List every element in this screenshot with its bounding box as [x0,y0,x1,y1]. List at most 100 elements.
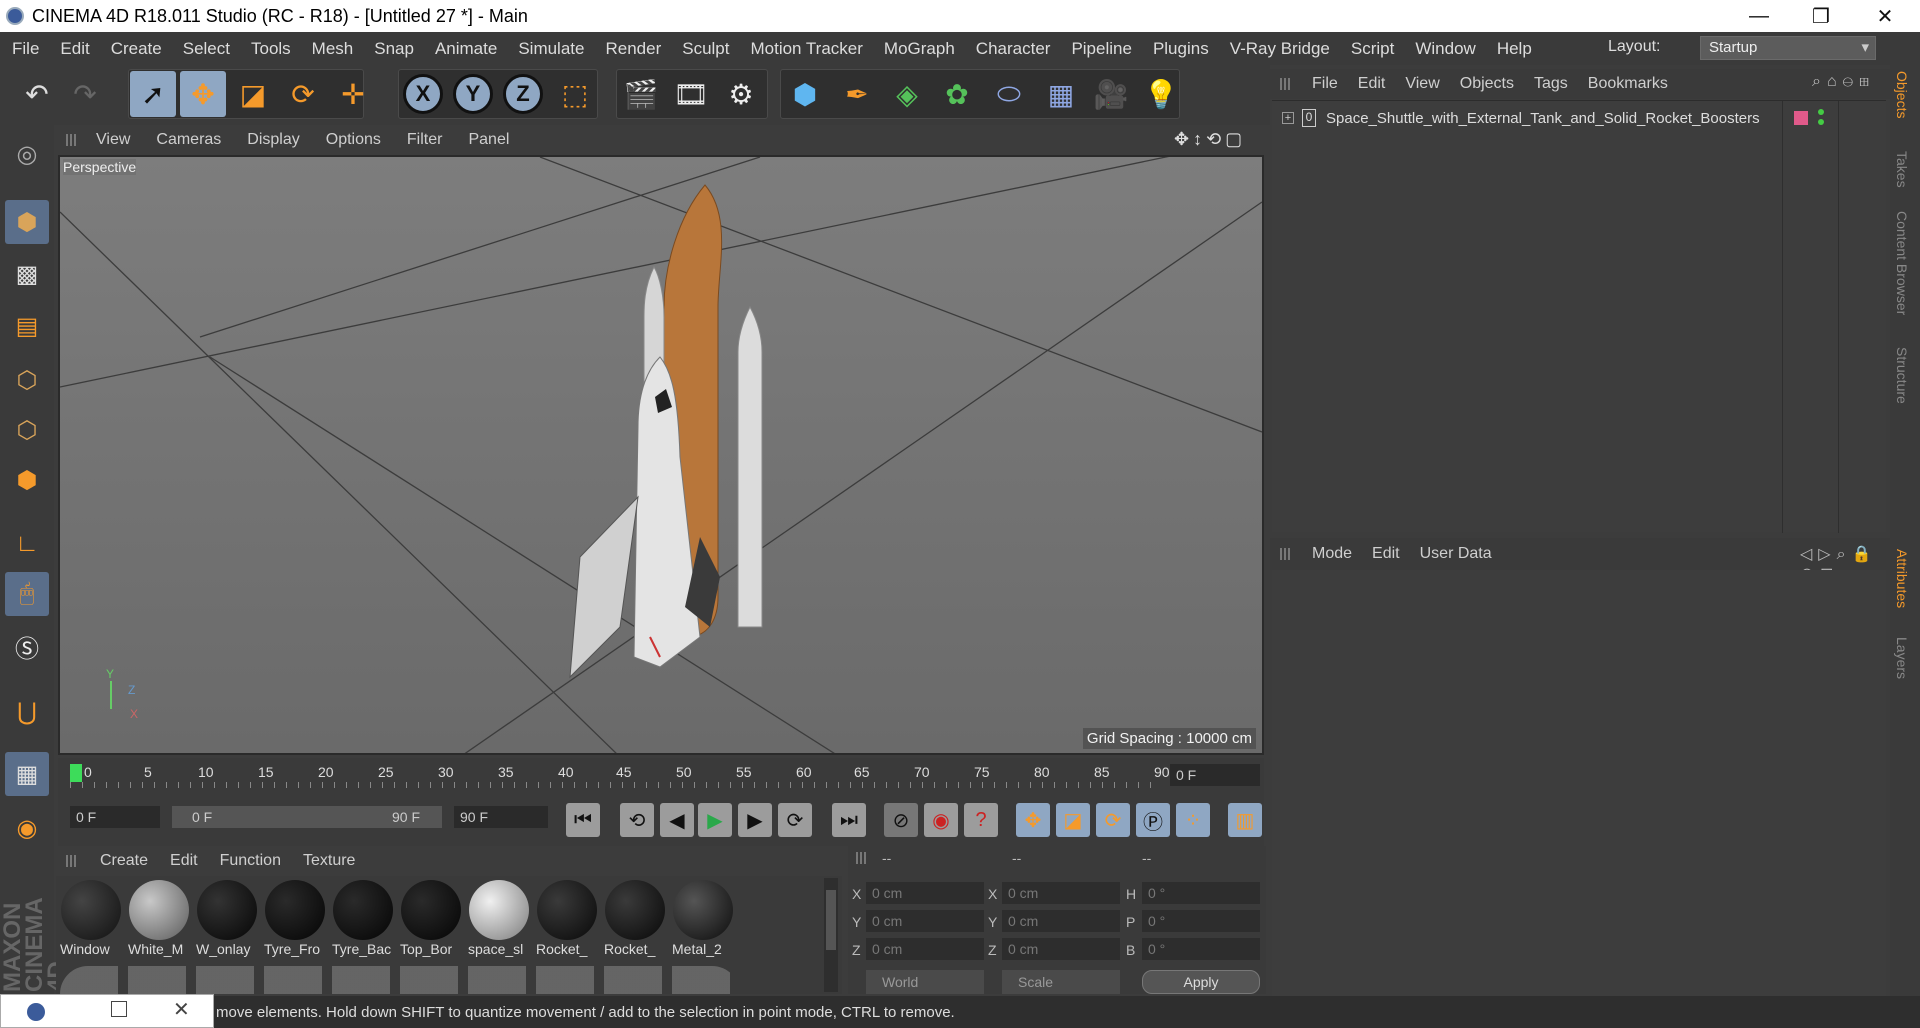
y-axis-lock-button[interactable]: Y [450,71,496,117]
material-menu-texture[interactable]: Texture [303,852,355,870]
position-z-field[interactable]: 0 cm [866,938,984,960]
scheme-settings-icon[interactable]: ▥ [1228,803,1262,837]
start-frame-field[interactable]: 0 F [70,806,160,828]
end-frame-field[interactable]: 90 F [454,806,548,828]
solo-icon[interactable]: Ⓢ [5,624,49,668]
material-menu-function[interactable]: Function [220,852,281,870]
menu-help[interactable]: Help [1485,32,1541,65]
tweak-mode-icon[interactable]: 🖱 [5,572,49,616]
workplane-icon[interactable]: ▤ [5,304,49,348]
deformer-icon[interactable]: ⬭ [986,71,1032,117]
menu-tools[interactable]: Tools [239,32,300,65]
objects-menu-objects[interactable]: Objects [1460,75,1514,93]
autokey-icon[interactable]: ◉ [924,803,958,837]
menu-select[interactable]: Select [171,32,239,65]
material-swatch[interactable]: space_sl [468,878,530,960]
render-visibility-dot[interactable] [1818,119,1824,125]
menu-edit[interactable]: Edit [48,32,98,65]
viewport-nav-icons[interactable]: ✥↕⟲▢ [1174,129,1246,150]
current-frame-field[interactable]: 0 F [1170,764,1260,786]
next-key-icon[interactable]: ⟳ [778,803,812,837]
objects-menu-bookmarks[interactable]: Bookmarks [1588,75,1668,93]
editor-visibility-dot[interactable] [1818,109,1824,115]
viewport-menu-panel[interactable]: Panel [468,131,509,149]
key-point-level-icon[interactable]: ⁘ [1176,803,1210,837]
menu-snap[interactable]: Snap [362,32,423,65]
apply-button[interactable]: Apply [1142,970,1260,994]
edges-mode-icon[interactable]: ⬡ [5,408,49,452]
scale-tool-icon[interactable]: ◪ [230,71,276,117]
close-small-icon[interactable]: ✕ [173,997,190,1022]
size-z-field[interactable]: 0 cm [1002,938,1120,960]
object-row[interactable]: + 0 Space_Shuttle_with_External_Tank_and… [1276,107,1880,131]
minimized-window-strip[interactable]: ✕ [0,994,214,1028]
move-tool-icon[interactable]: ✥ [180,71,226,117]
playhead-marker[interactable] [70,764,82,782]
menu-vray-bridge[interactable]: V-Ray Bridge [1218,32,1339,65]
scrollbar-thumb[interactable] [826,890,836,950]
menu-animate[interactable]: Animate [423,32,506,65]
menu-mesh[interactable]: Mesh [300,32,363,65]
menu-window[interactable]: Window [1403,32,1484,65]
tab-content-browser[interactable]: Content Browser [1894,211,1910,315]
attributes-menu-mode[interactable]: Mode [1312,545,1352,563]
material-swatch[interactable]: Window [60,878,122,960]
material-swatch[interactable]: Tyre_Fro [264,878,326,960]
tab-structure[interactable]: Structure [1894,347,1910,404]
material-scrollbar[interactable] [824,878,838,992]
menu-character[interactable]: Character [964,32,1060,65]
material-swatch[interactable]: W_onlay [196,878,258,960]
redo-icon[interactable]: ↷ [62,71,108,117]
floor-icon[interactable]: ▦ [1038,71,1084,117]
material-swatch[interactable]: Tyre_Bac [332,878,394,960]
key-parameter-icon[interactable]: Ⓟ [1136,803,1170,837]
material-swatch[interactable]: White_M [128,878,190,960]
position-x-field[interactable]: 0 cm [866,882,984,904]
viewport-menu-options[interactable]: Options [326,131,381,149]
light-icon[interactable]: 💡 [1138,71,1184,117]
cinema4d-taskbar-icon[interactable] [27,1003,45,1021]
points-mode-icon[interactable]: ⬡ [5,358,49,402]
x-axis-lock-button[interactable]: X [400,71,446,117]
menu-sculpt[interactable]: Sculpt [670,32,738,65]
restore-button[interactable]: ❐ [1792,0,1850,32]
position-y-field[interactable]: 0 cm [866,910,984,932]
workplane-lock-icon[interactable]: ▦ [5,752,49,796]
select-cursor-icon[interactable]: ➚ [130,71,176,117]
go-to-start-icon[interactable]: ⏮ [566,803,600,837]
play-forward-icon[interactable]: ▶ [698,803,732,837]
key-scale-icon[interactable]: ◪ [1056,803,1090,837]
menu-mograph[interactable]: MoGraph [872,32,964,65]
objects-menu-tags[interactable]: Tags [1534,75,1568,93]
planar-workplane-icon[interactable]: ◉ [5,806,49,850]
previous-frame-icon[interactable]: ◀ [660,803,694,837]
material-swatch[interactable]: Top_Bor [400,878,462,960]
menu-motion-tracker[interactable]: Motion Tracker [738,32,871,65]
rotate-tool-icon[interactable]: ⟳ [280,71,326,117]
model-mode-icon[interactable]: ⬢ [5,200,49,244]
material-menu-create[interactable]: Create [100,852,148,870]
size-y-field[interactable]: 0 cm [1002,910,1120,932]
close-button[interactable]: ✕ [1856,0,1914,32]
record-active-icon[interactable]: ⊘ [884,803,918,837]
texture-mode-icon[interactable]: ▩ [5,252,49,296]
menu-create[interactable]: Create [99,32,171,65]
perspective-viewport[interactable]: Perspective Y Z X Grid Spacing : 10000 c… [58,155,1264,755]
cloner-icon[interactable]: ✿ [934,71,980,117]
menu-script[interactable]: Script [1339,32,1403,65]
restore-small-icon[interactable] [111,1001,127,1017]
layer-color-tag[interactable] [1794,111,1808,125]
material-swatch[interactable]: Metal_2 [672,878,734,960]
attributes-menu-user-data[interactable]: User Data [1420,545,1492,563]
object-name[interactable]: Space_Shuttle_with_External_Tank_and_Sol… [1326,110,1760,127]
rotation-h-field[interactable]: 0 ° [1142,882,1260,904]
tab-objects[interactable]: Objects [1894,71,1910,118]
previous-key-icon[interactable]: ⟲ [620,803,654,837]
key-rotation-icon[interactable]: ⟳ [1096,803,1130,837]
menu-simulate[interactable]: Simulate [506,32,593,65]
coordinate-system-icon[interactable]: ⬚ [552,71,598,117]
objects-menu-edit[interactable]: Edit [1358,75,1386,93]
size-x-field[interactable]: 0 cm [1002,882,1120,904]
tab-layers[interactable]: Layers [1894,637,1910,679]
make-editable-icon[interactable]: ◎ [5,132,49,176]
